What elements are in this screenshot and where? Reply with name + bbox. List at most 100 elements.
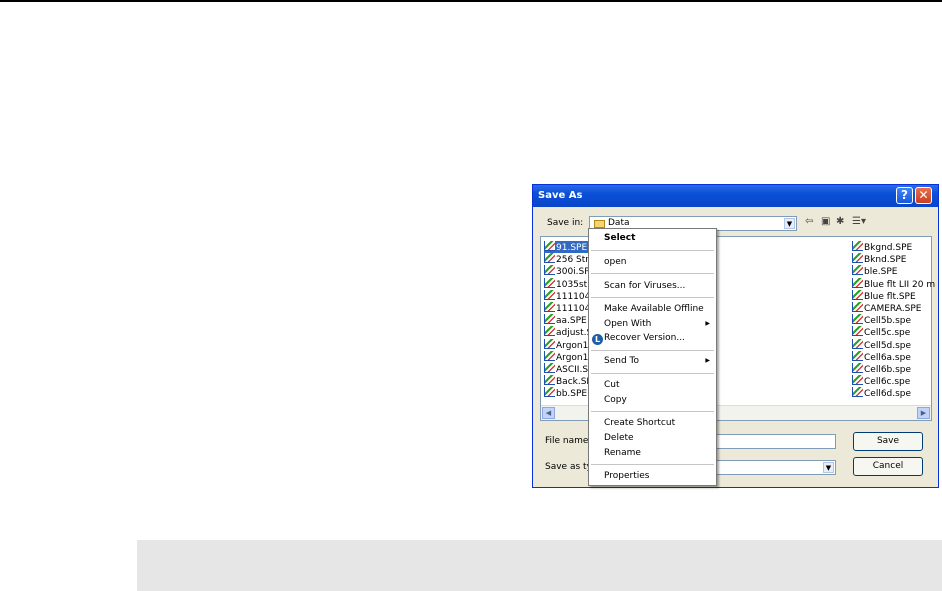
file-item[interactable]: bb.SPE	[544, 387, 592, 399]
file-name: 91.SPE	[556, 243, 588, 253]
new-folder-icon[interactable]: ✱	[836, 216, 844, 227]
file-name: Cell6c.spe	[864, 377, 911, 388]
file-item[interactable]: Back.SP	[544, 375, 592, 387]
file-name: Blue flt LII 20 m	[864, 279, 936, 290]
menu-separator	[591, 373, 714, 374]
file-item[interactable]: 111104	[544, 301, 592, 314]
spectrum-file-icon	[852, 301, 863, 312]
top-rule	[0, 0, 942, 2]
submenu-arrow-icon: ▶	[705, 320, 710, 327]
submenu-arrow-icon: ▶	[705, 357, 710, 364]
file-name: Argon1	[556, 340, 589, 351]
recover-version-icon: L	[592, 334, 603, 345]
file-column-right: Bkgnd.SPE Bknd.SPE ble.SPE Blue flt LII 20 …	[852, 241, 935, 399]
close-button[interactable]: ✕	[915, 187, 932, 204]
spectrum-file-icon	[852, 277, 863, 288]
spectrum-file-icon	[544, 253, 555, 264]
file-item[interactable]: CAMERA.SPE	[852, 301, 935, 314]
help-button[interactable]: ?	[896, 187, 913, 204]
file-item[interactable]: Cell6a.spe	[852, 350, 935, 363]
file-item[interactable]: 91.SPE	[544, 241, 593, 254]
menu-item-properties[interactable]: Properties	[604, 471, 649, 481]
spectrum-file-icon	[852, 362, 863, 373]
scroll-left-icon[interactable]: ◀	[542, 407, 555, 419]
file-name-label: File name:	[545, 436, 592, 446]
file-name: Cell6a.spe	[864, 352, 911, 363]
title-bar[interactable]: Save As ? ✕	[533, 185, 938, 207]
menu-item-make-offline[interactable]: Make Available Offline	[604, 304, 704, 314]
folder-icon	[594, 220, 605, 228]
file-item[interactable]: adjust.S	[544, 326, 592, 338]
chevron-down-icon[interactable]: ▼	[823, 462, 834, 473]
file-item[interactable]: ASCII.S	[544, 362, 592, 375]
file-name: Blue flt.SPE	[864, 291, 916, 302]
spectrum-file-icon	[544, 350, 555, 361]
scroll-right-icon[interactable]: ▶	[917, 407, 930, 419]
spectrum-file-icon	[544, 241, 555, 251]
file-item[interactable]: Blue flt.SPE	[852, 289, 935, 302]
file-item[interactable]: Cell5b.spe	[852, 314, 935, 326]
menu-item-create-shortcut[interactable]: Create Shortcut	[604, 418, 675, 428]
file-item[interactable]: Argon1	[544, 350, 592, 363]
file-name: Cell5b.spe	[864, 316, 912, 327]
save-in-value: Data	[608, 218, 630, 228]
menu-item-copy[interactable]: Copy	[604, 395, 627, 405]
file-item[interactable]: Argon1	[544, 338, 592, 351]
file-name: Argon1	[556, 352, 589, 363]
spectrum-file-icon	[544, 314, 555, 325]
file-name: Cell5d.spe	[864, 340, 912, 351]
file-item[interactable]: ble.SPE	[852, 265, 935, 277]
menu-item-select[interactable]: Select	[604, 233, 635, 243]
file-item[interactable]: 111104	[544, 289, 592, 302]
spectrum-file-icon	[852, 387, 863, 398]
spectrum-file-icon	[544, 265, 555, 276]
menu-item-recover-version[interactable]: Recover Version...	[604, 333, 685, 343]
file-name: aa.SPE	[556, 316, 587, 327]
file-item[interactable]: Cell6b.spe	[852, 362, 935, 375]
save-as-type-dropdown[interactable]: ▼	[708, 460, 836, 475]
file-item[interactable]: Cell5c.spe	[852, 326, 935, 338]
file-name: 1035st	[556, 279, 588, 290]
spectrum-file-icon	[852, 265, 863, 276]
menu-item-delete[interactable]: Delete	[604, 433, 634, 443]
spectrum-file-icon	[852, 326, 863, 337]
save-in-label: Save in:	[547, 218, 584, 228]
spectrum-file-icon	[852, 338, 863, 349]
file-name: Cell5c.spe	[864, 328, 911, 339]
file-name-field[interactable]	[708, 434, 836, 449]
file-name: ble.SPE	[864, 267, 898, 278]
spectrum-file-icon	[852, 375, 863, 386]
file-item[interactable]: Bkgnd.SPE	[852, 241, 935, 253]
file-name: Back.SP	[556, 377, 592, 388]
menu-item-open-with[interactable]: Open With	[604, 319, 651, 329]
cancel-button[interactable]: Cancel	[853, 457, 923, 476]
view-menu-icon[interactable]: ☰▾	[852, 216, 866, 227]
save-button[interactable]: Save	[853, 432, 923, 451]
chevron-down-icon[interactable]: ▼	[784, 218, 795, 229]
menu-item-open[interactable]: open	[604, 257, 626, 267]
file-name: Cell6d.spe	[864, 389, 912, 400]
back-icon[interactable]: ⇦	[805, 216, 813, 227]
file-item[interactable]: Cell5d.spe	[852, 338, 935, 351]
dialog-title: Save As	[538, 190, 583, 201]
file-name: Cell6b.spe	[864, 364, 912, 375]
file-item[interactable]: 1035st	[544, 277, 592, 290]
up-folder-icon[interactable]: ▣	[821, 216, 830, 227]
menu-separator	[591, 411, 714, 412]
menu-item-cut[interactable]: Cut	[604, 380, 620, 390]
spectrum-file-icon	[544, 387, 555, 398]
menu-item-send-to[interactable]: Send To	[604, 356, 639, 366]
file-item[interactable]: Bknd.SPE	[852, 253, 935, 265]
file-item[interactable]: Blue flt LII 20 m	[852, 277, 936, 290]
menu-separator	[591, 464, 714, 465]
file-name: bb.SPE	[556, 389, 588, 400]
file-item[interactable]: Cell6c.spe	[852, 375, 935, 387]
file-column-left: 91.SPE 256 Str 300i.SP 1035st 111104 111104 aa…	[544, 241, 593, 399]
spectrum-file-icon	[852, 350, 863, 361]
file-item[interactable]: aa.SPE	[544, 314, 592, 326]
file-item[interactable]: 300i.SP	[544, 265, 592, 277]
file-item[interactable]: Cell6d.spe	[852, 387, 935, 399]
menu-item-scan[interactable]: Scan for Viruses...	[604, 281, 685, 291]
file-item[interactable]: 256 Str	[544, 253, 592, 265]
menu-item-rename[interactable]: Rename	[604, 448, 641, 458]
